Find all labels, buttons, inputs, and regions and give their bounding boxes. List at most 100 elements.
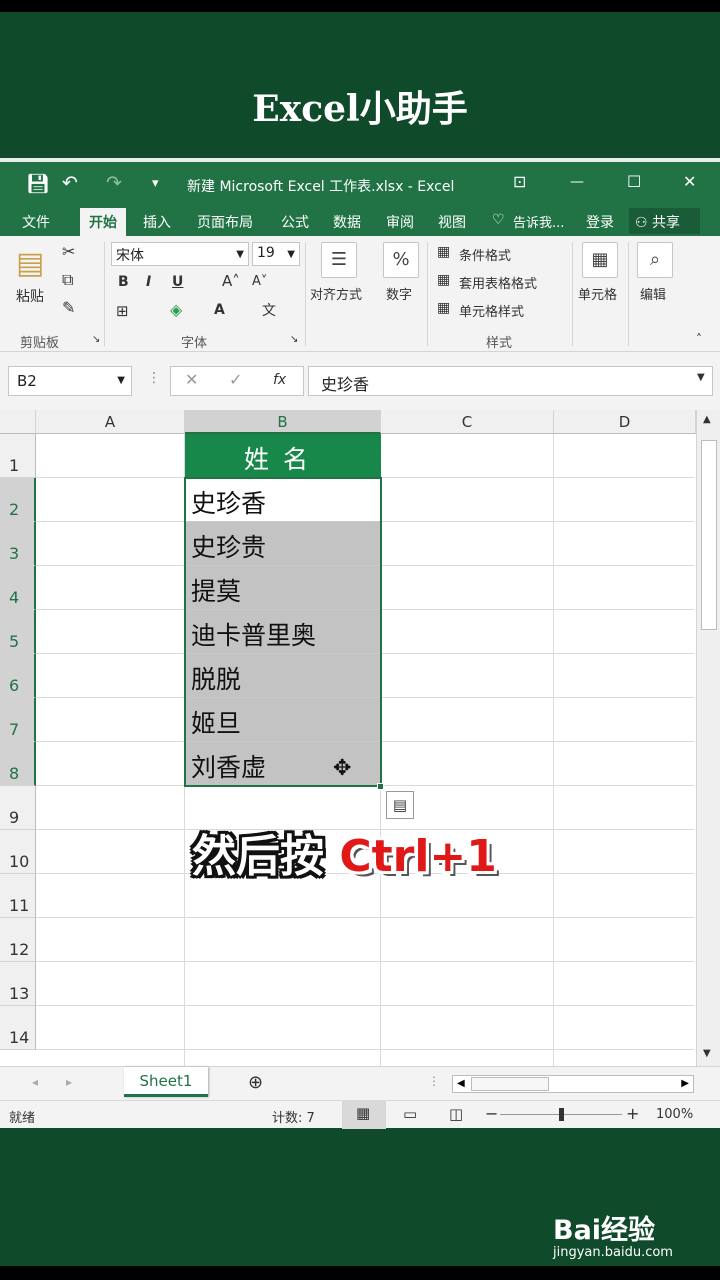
- column-header-b[interactable]: B: [185, 410, 381, 434]
- cells-icon[interactable]: ▦: [582, 242, 618, 278]
- horizontal-scrollbar[interactable]: ◀ ▶: [452, 1075, 694, 1093]
- font-color-icon[interactable]: A: [214, 302, 225, 318]
- editing-button[interactable]: 编辑: [640, 284, 666, 303]
- scroll-thumb[interactable]: [471, 1077, 549, 1091]
- row-header[interactable]: 6: [0, 654, 36, 698]
- paste-icon[interactable]: ▤: [16, 246, 44, 281]
- insert-function-icon[interactable]: fx: [273, 372, 286, 388]
- search-icon[interactable]: ⌕: [637, 242, 673, 278]
- decrease-font-icon[interactable]: A˅: [252, 274, 267, 289]
- row-header[interactable]: 1: [0, 434, 36, 478]
- underline-icon[interactable]: U: [172, 274, 183, 290]
- share-button[interactable]: ⚇ 共享: [629, 208, 700, 234]
- next-sheet-icon[interactable]: ▸: [66, 1075, 72, 1089]
- border-icon[interactable]: ⊞: [116, 302, 129, 320]
- alignment-icon[interactable]: ☰: [321, 242, 357, 278]
- save-icon[interactable]: 💾︎: [26, 172, 50, 195]
- row-header[interactable]: 12: [0, 918, 36, 962]
- tab-review[interactable]: 审阅: [386, 212, 414, 232]
- expand-formula-icon[interactable]: ▼: [697, 372, 705, 383]
- font-size-value: 19: [257, 245, 275, 261]
- undo-icon[interactable]: ↶: [62, 172, 78, 194]
- sign-in-link[interactable]: 登录: [586, 212, 614, 232]
- row-header[interactable]: 7: [0, 698, 36, 742]
- close-button[interactable]: ✕: [683, 172, 696, 191]
- cut-icon[interactable]: ✂: [62, 242, 75, 261]
- paste-button[interactable]: 粘贴: [16, 286, 44, 306]
- maximize-button[interactable]: ☐: [627, 172, 641, 191]
- scroll-up-icon[interactable]: ▲: [703, 414, 711, 425]
- enter-icon[interactable]: ✓: [229, 370, 242, 389]
- row-header[interactable]: 3: [0, 522, 36, 566]
- tab-file[interactable]: 文件: [22, 212, 50, 232]
- row-header[interactable]: 8: [0, 742, 36, 786]
- customize-icon[interactable]: ▾: [152, 176, 159, 191]
- select-all-corner[interactable]: [0, 410, 36, 434]
- page-layout-view-icon[interactable]: ▭: [403, 1105, 417, 1123]
- scroll-right-icon[interactable]: ▶: [681, 1078, 689, 1089]
- increase-font-icon[interactable]: A˄: [222, 272, 240, 290]
- tab-data[interactable]: 数据: [333, 212, 361, 232]
- bold-icon[interactable]: B: [118, 274, 129, 290]
- zoom-slider-thumb[interactable]: [559, 1108, 564, 1121]
- row-header[interactable]: 9: [0, 786, 36, 830]
- worksheet-grid[interactable]: A B C D 1 2 3 4 5 6 7 8 9 10 11 12 13 14: [0, 410, 720, 1066]
- column-header-d[interactable]: D: [554, 410, 696, 434]
- row-header[interactable]: 4: [0, 566, 36, 610]
- font-name-select[interactable]: 宋体 ▼: [111, 242, 249, 266]
- fill-handle[interactable]: [377, 783, 384, 790]
- font-size-select[interactable]: 19 ▼: [252, 242, 300, 266]
- row-header[interactable]: 11: [0, 874, 36, 918]
- percent-icon[interactable]: %: [383, 242, 419, 278]
- row-header[interactable]: 14: [0, 1006, 36, 1050]
- row-header[interactable]: 13: [0, 962, 36, 1006]
- minimize-button[interactable]: —: [570, 174, 584, 190]
- cancel-icon[interactable]: ✕: [185, 370, 198, 389]
- dialog-launcher-icon[interactable]: ↘: [290, 334, 298, 345]
- page-break-view-icon[interactable]: ◫: [449, 1105, 463, 1123]
- tab-view[interactable]: 视图: [438, 212, 466, 232]
- italic-icon[interactable]: I: [146, 274, 151, 290]
- zoom-level[interactable]: 100%: [656, 1107, 693, 1122]
- scroll-thumb[interactable]: [701, 440, 717, 630]
- fill-color-icon[interactable]: ◈: [170, 300, 182, 319]
- name-box[interactable]: B2 ▼: [8, 366, 132, 396]
- column-header-a[interactable]: A: [36, 410, 185, 434]
- quick-analysis-icon[interactable]: ▤: [386, 791, 414, 819]
- format-painter-icon[interactable]: ✎: [62, 298, 75, 317]
- cells-button[interactable]: 单元格: [578, 284, 617, 303]
- zoom-in-icon[interactable]: +: [626, 1104, 639, 1123]
- zoom-out-icon[interactable]: −: [485, 1104, 498, 1123]
- vertical-scrollbar[interactable]: ▲ ▼: [696, 410, 720, 1066]
- conditional-format-button[interactable]: 条件格式: [459, 245, 511, 264]
- row-header[interactable]: 5: [0, 610, 36, 654]
- cell-style-icon: ▦: [437, 300, 451, 316]
- cell-styles-button[interactable]: 单元格样式: [459, 301, 524, 320]
- formula-input[interactable]: 史珍香: [308, 366, 713, 396]
- ribbon-options-icon[interactable]: ⊡: [513, 172, 526, 191]
- row-header[interactable]: 2: [0, 478, 36, 522]
- sheet-tab-sheet1[interactable]: Sheet1: [124, 1067, 208, 1097]
- cell-b1-header[interactable]: 姓名: [185, 434, 381, 478]
- scroll-left-icon[interactable]: ◀: [457, 1078, 465, 1089]
- column-header-c[interactable]: C: [381, 410, 554, 434]
- normal-view-button[interactable]: ▦: [342, 1101, 386, 1129]
- dialog-launcher-icon[interactable]: ↘: [92, 334, 100, 345]
- phonetic-icon[interactable]: 文: [262, 300, 276, 320]
- tab-insert[interactable]: 插入: [143, 212, 171, 232]
- tab-formulas[interactable]: 公式: [281, 212, 309, 232]
- separator: [305, 242, 306, 346]
- scroll-down-icon[interactable]: ▼: [703, 1048, 711, 1059]
- add-sheet-icon[interactable]: ⊕: [248, 1072, 263, 1093]
- copy-icon[interactable]: ⧉: [62, 270, 73, 290]
- tell-me-search[interactable]: 告诉我...: [513, 212, 564, 231]
- number-button[interactable]: 数字: [386, 284, 412, 303]
- collapse-ribbon-icon[interactable]: ˄: [696, 332, 702, 346]
- alignment-button[interactable]: 对齐方式: [310, 284, 362, 303]
- row-header[interactable]: 10: [0, 830, 36, 874]
- prev-sheet-icon[interactable]: ◂: [32, 1075, 38, 1089]
- format-as-table-button[interactable]: 套用表格格式: [459, 273, 537, 292]
- tab-page-layout[interactable]: 页面布局: [197, 212, 253, 232]
- tab-home[interactable]: 开始: [80, 208, 126, 236]
- clipboard-group-label: 剪贴板: [20, 336, 60, 351]
